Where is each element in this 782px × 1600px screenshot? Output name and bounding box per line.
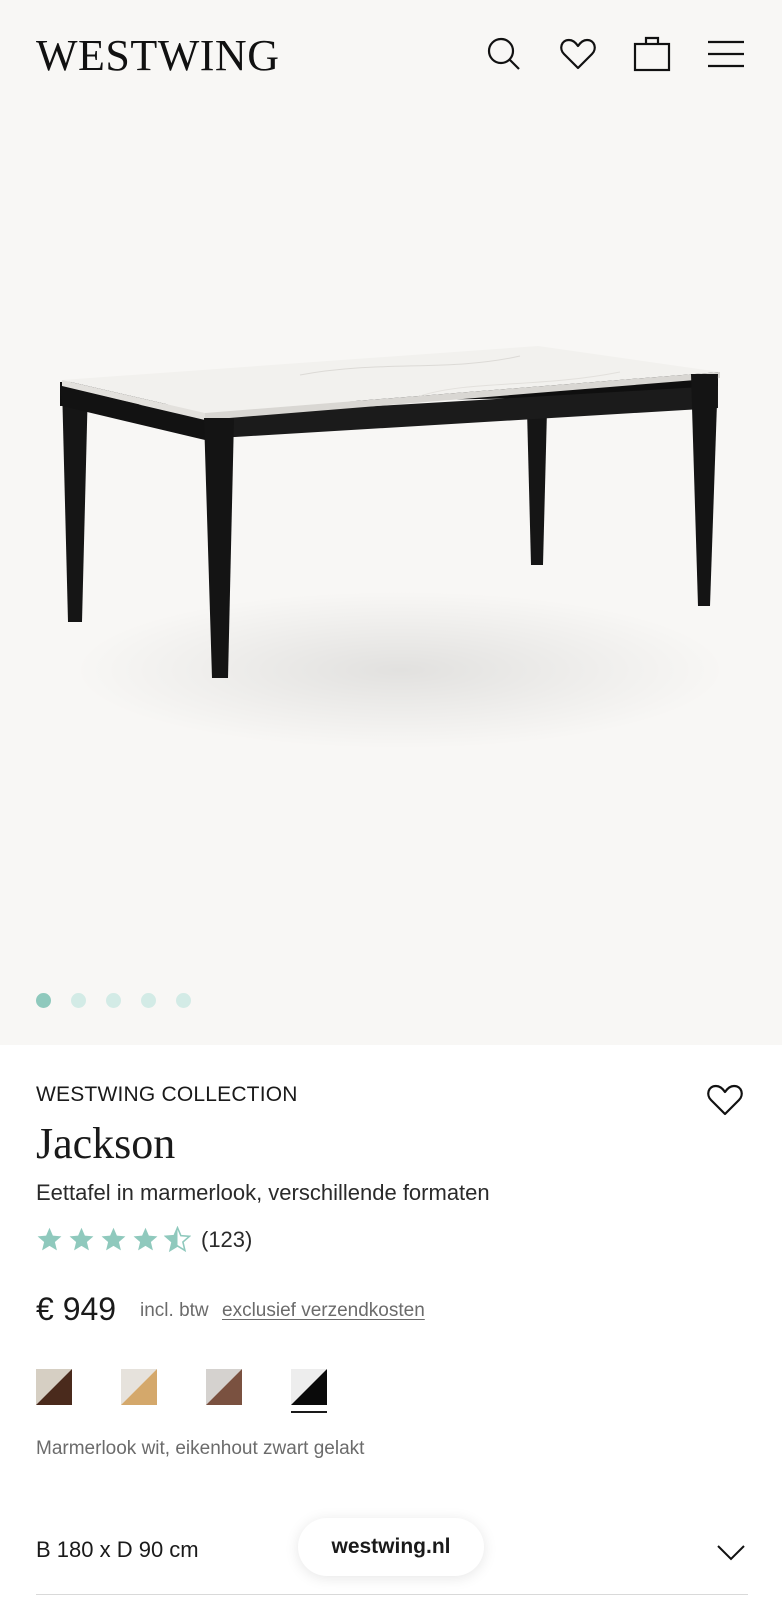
product-subtitle: Eettafel in marmerlook, verschillende fo… [36,1180,490,1205]
star-full-icon [101,1227,126,1251]
gallery-pagination [36,993,191,1008]
westwing-logo[interactable]: WESTWING [36,30,280,81]
menu-icon[interactable] [704,32,748,76]
product-price: € 949 [36,1291,117,1327]
shopping-bag-icon[interactable] [630,32,674,76]
site-header: WESTWING [0,0,782,110]
size-label: B 180 x D 90 cm [36,1537,199,1562]
review-count[interactable]: (123) [201,1227,252,1253]
product-rating[interactable]: (123) [36,1226,252,1253]
color-swatch[interactable] [36,1369,72,1405]
wishlist-heart-icon[interactable] [705,1080,751,1122]
search-icon[interactable] [482,32,526,76]
selected-swatch-indicator [291,1411,327,1413]
product-brand[interactable]: WESTWING COLLECTION [36,1083,298,1107]
star-half-icon [164,1226,191,1253]
selected-color-name: Marmerlook wit, eikenhout zwart gelakt [36,1438,365,1459]
star-full-icon [37,1227,62,1251]
table-product-image [60,346,720,678]
shipping-costs-link[interactable]: exclusief verzendkosten [222,1300,425,1322]
gallery-dot[interactable] [106,993,121,1008]
star-full-icon [133,1227,158,1251]
product-image-gallery[interactable] [0,110,782,1045]
color-swatch[interactable] [121,1369,157,1405]
chevron-down-icon [717,1545,745,1561]
gallery-dot[interactable] [141,993,156,1008]
color-swatch[interactable] [206,1369,242,1405]
gallery-dot[interactable] [71,993,86,1008]
site-domain-pill[interactable]: westwing.nl [298,1518,484,1576]
product-title: Jackson [36,1119,176,1168]
star-full-icon [69,1227,94,1251]
gallery-dot[interactable] [36,993,51,1008]
color-swatch-selected[interactable] [291,1369,327,1405]
rating-stars [36,1226,191,1253]
gallery-dot[interactable] [176,993,191,1008]
heart-icon[interactable] [556,32,600,76]
vat-note: incl. btw [140,1300,209,1321]
